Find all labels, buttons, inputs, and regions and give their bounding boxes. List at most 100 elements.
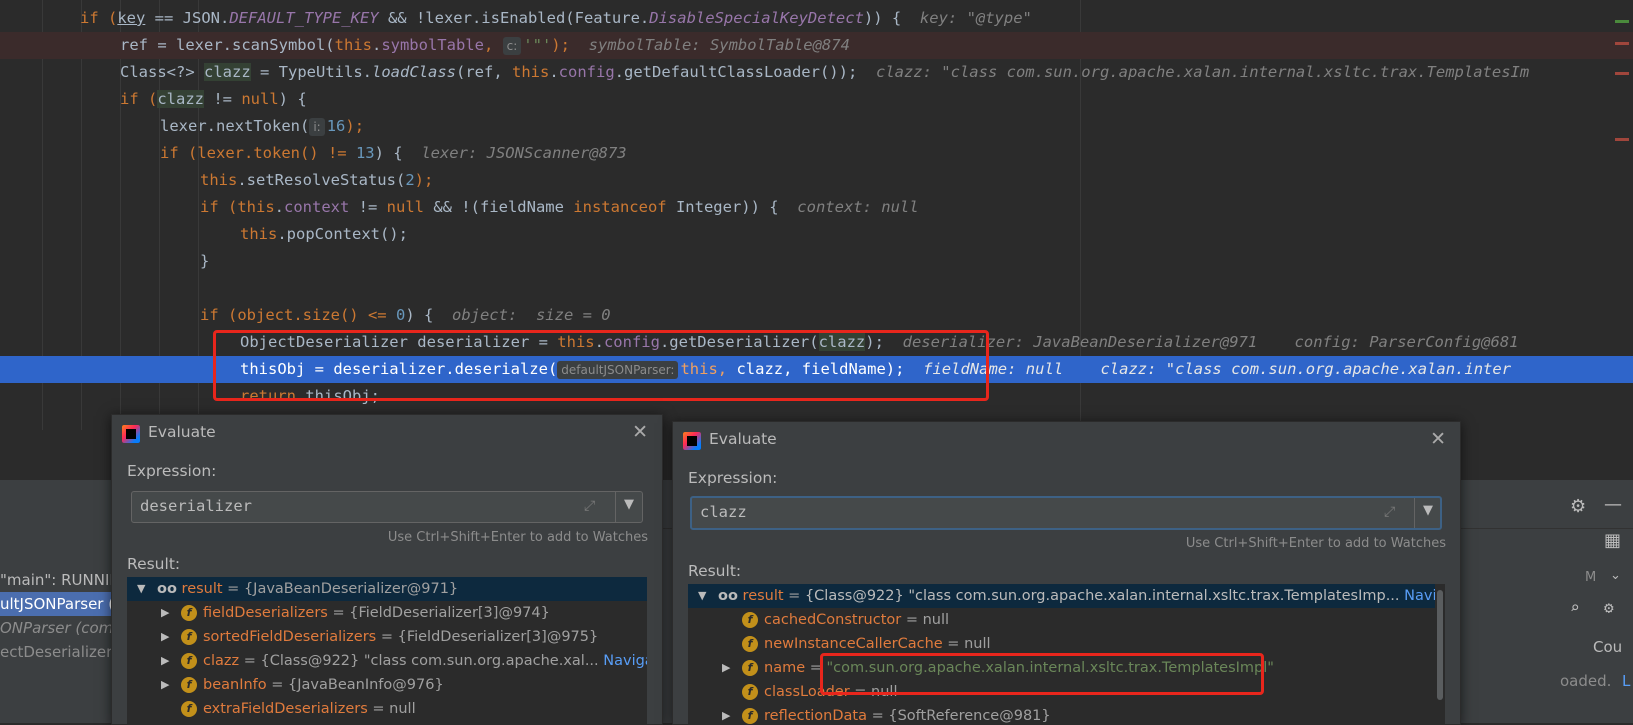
code-line[interactable]: this.popContext(); (0, 221, 1633, 248)
history-dropdown-icon[interactable]: ▼ (624, 497, 634, 512)
tree-row[interactable]: ▼ oo result = {Class@922} "class com.sun… (688, 584, 1443, 608)
parameter-hint: i: (309, 118, 325, 136)
tree-row[interactable]: f extraFieldDeserializers = null (127, 697, 647, 721)
equals-sign: = (222, 581, 244, 597)
code-token: null (386, 198, 424, 216)
field-name: name (764, 660, 806, 676)
code-line[interactable]: this.setResolveStatus(2); (0, 167, 1633, 194)
chevron-right-icon[interactable]: ▶ (161, 601, 169, 625)
code-editor[interactable]: if (key == JSON.DEFAULT_TYPE_KEY && !lex… (0, 0, 1633, 430)
field-icon: f (742, 708, 758, 724)
inline-debug-value: lexer: JSONScanner@873 (421, 144, 627, 162)
chevron-right-icon[interactable]: ▶ (722, 656, 730, 680)
panel-tab-label[interactable]: M (1585, 570, 1596, 585)
code-line[interactable]: if (this.context != null && !(fieldName … (0, 194, 1633, 221)
gear-icon[interactable]: ⚙ (1570, 496, 1586, 517)
expression-text: clazz (700, 503, 747, 521)
inline-debug-value: context: null (797, 198, 919, 216)
code-token: != (204, 90, 242, 108)
chevron-down-icon[interactable]: ▼ (698, 584, 706, 608)
code-token: ref = lexer.scanSymbol( (120, 36, 335, 54)
code-token: null (241, 90, 279, 108)
thread-selector[interactable]: "main": RUNNIN (0, 568, 120, 592)
code-token: } (200, 252, 210, 270)
inline-debug-value: symbolTable: SymbolTable@874 (588, 36, 850, 54)
equals-sign: = (239, 653, 261, 669)
code-line[interactable]: } (0, 248, 1633, 275)
close-icon[interactable]: ✕ (1430, 428, 1446, 450)
frame-item[interactable]: ultJSONParser ( (0, 592, 120, 616)
field-value: {FieldDeserializer[3]@974} (349, 605, 550, 621)
result-label: Result: (127, 555, 181, 573)
expression-input[interactable]: clazz ⤢ ▼ (690, 496, 1442, 530)
field-value: {FieldDeserializer[3]@975} (397, 629, 599, 645)
tree-row[interactable]: ▶ f fieldDeserializers = {FieldDeseriali… (127, 601, 647, 625)
error-stripe[interactable] (1611, 0, 1633, 430)
equals-sign: = (266, 677, 289, 693)
code-token: clazz (204, 63, 251, 81)
code-token: instanceof (573, 198, 667, 216)
expand-icon[interactable]: ⤢ (1384, 504, 1395, 520)
dialog-title-bar[interactable]: Evaluate ✕ (112, 415, 662, 453)
code-line[interactable]: lexer.nextToken(i: 16); (0, 113, 1633, 140)
result-tree[interactable]: ▼ oo result = {JavaBeanDeserializer@971}… (127, 577, 647, 724)
code-line[interactable]: if (lexer.token() != 13) { lexer: JSONSc… (0, 140, 1633, 167)
equals-sign: = (867, 708, 889, 724)
gear-icon[interactable]: ⚙ (1604, 598, 1614, 617)
tree-row[interactable]: ▶ f reflectionData = {SoftReference@981} (688, 704, 1443, 724)
tree-row[interactable]: f cachedConstructor = null (688, 608, 1443, 632)
highlight-box (213, 330, 989, 401)
chevron-right-icon[interactable]: ▶ (161, 649, 169, 673)
code-token: this (200, 171, 238, 189)
tree-row[interactable]: ▶ f beanInfo = {JavaBeanInfo@976} (127, 673, 647, 697)
expand-icon[interactable]: ⤢ (584, 498, 595, 514)
inline-debug-value: clazz: "class com.sun.org.apache.xalan.i… (1100, 360, 1512, 378)
status-link[interactable]: L (1622, 672, 1630, 690)
field-value: {Class@922} "class com.sun.org.apache.xa… (260, 653, 604, 669)
chevron-right-icon[interactable]: ▶ (722, 704, 730, 724)
intellij-logo-icon (683, 432, 701, 450)
code-line[interactable]: Class<?> clazz = TypeUtils.loadClass(ref… (0, 59, 1633, 86)
layout-icon[interactable]: ▦ (1604, 530, 1621, 551)
field-name: clazz (203, 653, 240, 669)
equals-sign: = (327, 605, 350, 621)
tree-row[interactable]: ▼ oo result = {JavaBeanDeserializer@971} (127, 577, 647, 601)
watch-hint: Use Ctrl+Shift+Enter to add to Watches (1185, 536, 1446, 551)
code-token: && !(fieldName (423, 198, 574, 216)
intellij-logo-icon (122, 425, 140, 443)
evaluate-dialog-2: Evaluate ✕ Expression: clazz ⤢ ▼ Use Ctr… (672, 421, 1461, 725)
tree-row[interactable]: ▶ f clazz = {Class@922} "class com.sun.o… (127, 649, 647, 673)
parameter-hint: c: (502, 37, 522, 55)
frame-item[interactable]: ectDeserializer (0, 640, 120, 664)
code-line[interactable]: if (key == JSON.DEFAULT_TYPE_KEY && !lex… (0, 5, 1633, 32)
chevron-right-icon[interactable]: ▶ (161, 673, 169, 697)
code-line[interactable]: ref = lexer.scanSymbol(this.symbolTable,… (0, 32, 1633, 59)
navigate-link[interactable]: Navigate (603, 653, 647, 669)
chevron-down-icon[interactable]: ⌄ (1610, 568, 1621, 583)
history-dropdown-icon[interactable]: ▼ (1423, 503, 1433, 518)
field-name: reflectionData (764, 708, 867, 724)
vertical-scrollbar[interactable] (1435, 584, 1445, 724)
tree-row[interactable]: ▶ f sortedFieldDeserializers = {FieldDes… (127, 625, 647, 649)
minimize-icon[interactable]: — (1604, 494, 1622, 515)
code-token: ); (414, 171, 434, 189)
chevron-down-icon[interactable]: ▼ (137, 577, 145, 601)
search-icon[interactable]: ⌕ (1570, 598, 1580, 617)
field-icon: f (742, 636, 758, 652)
code-line[interactable]: if (clazz != null) { (0, 86, 1633, 113)
code-token: config (558, 63, 615, 81)
field-value: null (964, 636, 991, 652)
field-icon: f (181, 701, 197, 717)
equals-sign: = (367, 701, 390, 717)
code-token: key (117, 9, 146, 27)
close-icon[interactable]: ✕ (632, 421, 648, 443)
code-token: )) { (863, 9, 902, 27)
code-line[interactable]: if (object.size() <= 0) { object: size =… (0, 302, 1633, 329)
field-icon: f (742, 612, 758, 628)
expression-input[interactable]: deserializer ⤢ ▼ (131, 491, 643, 523)
frame-item[interactable]: ONParser (com.a (0, 616, 120, 640)
equals-sign: = (376, 629, 398, 645)
chevron-right-icon[interactable]: ▶ (161, 625, 169, 649)
inline-debug-value: clazz: "class com.sun.org.apache.xalan.i… (875, 63, 1530, 81)
dialog-title-bar[interactable]: Evaluate ✕ (673, 422, 1460, 460)
